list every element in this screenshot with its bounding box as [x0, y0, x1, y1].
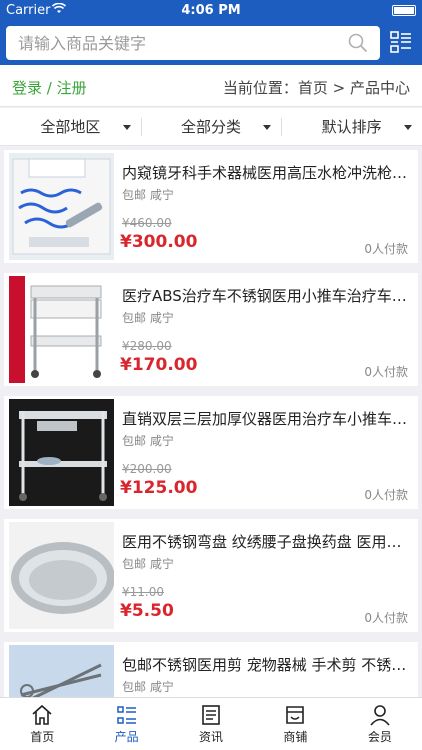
product-card[interactable]: 医疗ABS治疗车不锈钢医用小推车治疗车… 包邮 咸宁 ¥280.00 ¥170.…	[4, 273, 418, 386]
product-title[interactable]: 包邮不锈钢医用剪 宠物器械 手术剪 不锈…	[122, 654, 412, 675]
payment-count: 0人付款	[364, 611, 408, 625]
tab-shop[interactable]: 商铺	[253, 698, 337, 750]
breadcrumb: 当前位置：首页 > 产品中心	[222, 79, 410, 97]
product-title[interactable]: 医用不锈钢弯盘 纹绣腰子盘换药盘 医用…	[122, 531, 412, 552]
product-title[interactable]: 医疗ABS治疗车不锈钢医用小推车治疗车…	[122, 285, 412, 306]
tab-news[interactable]: 资讯	[169, 698, 253, 750]
sale-price: ¥300.00	[120, 232, 198, 252]
sale-price: ¥5.50	[120, 601, 174, 621]
chevron-down-icon	[122, 125, 131, 130]
news-icon	[202, 705, 220, 725]
product-shipping-location: 包邮 咸宁	[122, 188, 174, 202]
search-input[interactable]	[6, 26, 336, 60]
user-icon	[370, 705, 390, 726]
chevron-down-icon	[263, 125, 272, 130]
product-title[interactable]: 直销双层三层加厚仪器医用治疗车小推车…	[122, 408, 412, 429]
tab-member[interactable]: 会员	[338, 698, 422, 750]
filter-bar: 全部地区 全部分类 默认排序	[0, 108, 422, 146]
header: Carrier 4:06 PM	[0, 0, 422, 65]
sale-price: ¥170.00	[120, 355, 198, 375]
original-price: ¥200.00	[122, 462, 172, 476]
status-bar: Carrier 4:06 PM	[0, 0, 422, 22]
payment-count: 0人付款	[364, 488, 408, 502]
filter-label: 全部分类	[181, 118, 242, 136]
tab-label: 会员	[367, 730, 392, 744]
product-shipping-location: 包邮 咸宁	[122, 311, 174, 325]
sale-price: ¥125.00	[120, 478, 198, 498]
product-shipping-location: 包邮 咸宁	[122, 680, 174, 694]
filter-label: 默认排序	[321, 118, 382, 136]
payment-count: 0人付款	[364, 242, 408, 256]
tab-label: 商铺	[283, 730, 308, 744]
original-price: ¥460.00	[122, 216, 172, 230]
original-price: ¥280.00	[122, 339, 172, 353]
tab-home[interactable]: 首页	[0, 698, 84, 750]
shop-icon	[286, 706, 305, 724]
bottom-tab-bar: 首页 产品 资讯 商铺 会员	[0, 697, 422, 750]
list-icon	[116, 706, 136, 724]
product-image	[9, 276, 114, 383]
product-card[interactable]: 医用不锈钢弯盘 纹绣腰子盘换药盘 医用… 包邮 咸宁 ¥11.00 ¥5.50 …	[4, 519, 418, 632]
category-menu-icon[interactable]	[390, 30, 412, 54]
original-price: ¥11.00	[122, 585, 164, 599]
product-image	[9, 522, 114, 629]
chevron-down-icon	[404, 125, 413, 130]
payment-count: 0人付款	[364, 365, 408, 379]
search-icon[interactable]	[348, 33, 368, 53]
product-image	[9, 153, 114, 260]
location-bar: 登录 / 注册 当前位置：首页 > 产品中心	[0, 65, 422, 107]
login-register-link[interactable]: 登录 / 注册	[12, 77, 87, 98]
home-icon	[32, 704, 52, 725]
filter-sort[interactable]: 默认排序	[281, 108, 422, 145]
tab-label: 资讯	[199, 730, 224, 744]
filter-label: 全部地区	[40, 118, 101, 136]
product-shipping-location: 包邮 咸宁	[122, 434, 174, 448]
search-box	[6, 26, 380, 60]
product-image	[9, 399, 114, 506]
clock: 4:06 PM	[181, 3, 241, 18]
tab-label: 产品	[114, 730, 139, 744]
battery-icon	[392, 5, 416, 16]
tab-products[interactable]: 产品	[84, 698, 168, 750]
product-card[interactable]: 内窥镜牙科手术器械医用高压水枪冲洗枪… 包邮 咸宁 ¥460.00 ¥300.0…	[4, 150, 418, 263]
product-title[interactable]: 内窥镜牙科手术器械医用高压水枪冲洗枪…	[122, 162, 412, 183]
filter-region[interactable]: 全部地区	[0, 108, 141, 145]
product-card[interactable]: 直销双层三层加厚仪器医用治疗车小推车… 包邮 咸宁 ¥200.00 ¥125.0…	[4, 396, 418, 509]
product-shipping-location: 包邮 咸宁	[122, 557, 174, 571]
tab-label: 首页	[30, 730, 55, 744]
filter-category[interactable]: 全部分类	[140, 108, 282, 145]
